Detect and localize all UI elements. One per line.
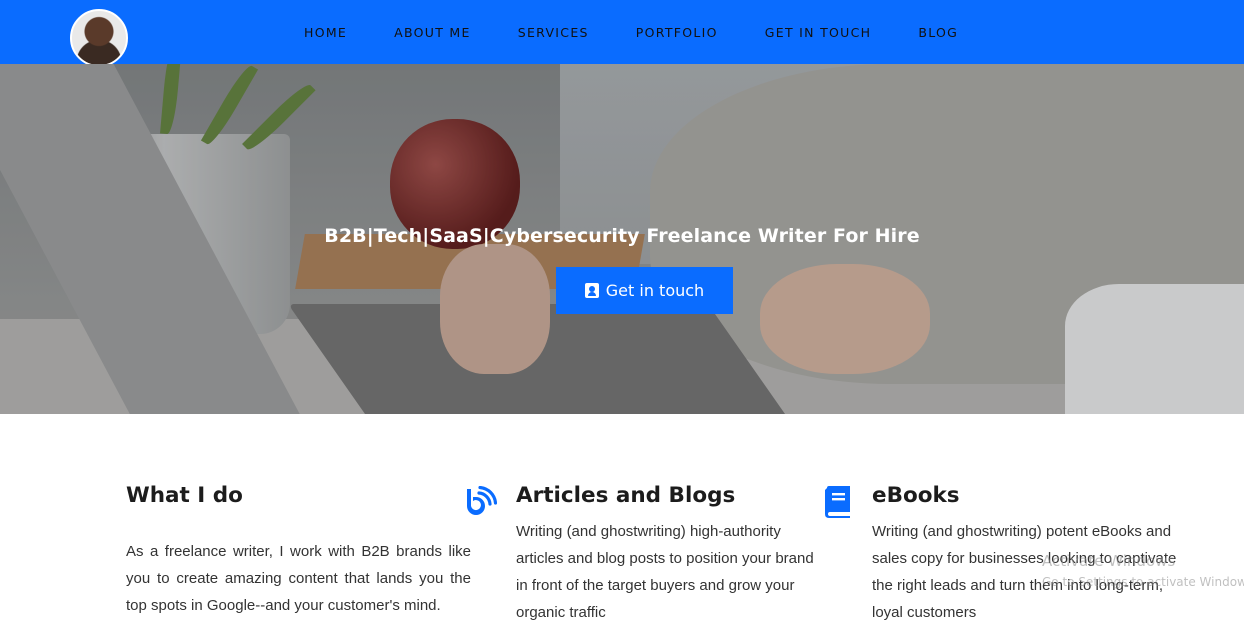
nav-item-blog[interactable]: BLOG	[918, 25, 958, 40]
nav-item-get-in-touch[interactable]: GET IN TOUCH	[765, 25, 872, 40]
ebooks-text: Writing (and ghostwriting) potent eBooks…	[872, 523, 1177, 621]
articles-blogs-section: Articles and Blogs Writing (and ghostwri…	[516, 483, 826, 626]
activate-windows-watermark: Activate Windows	[1042, 552, 1176, 570]
top-nav-bar: HOME ABOUT ME SERVICES PORTFOLIO GET IN …	[0, 0, 1244, 67]
articles-blogs-text: Writing (and ghostwriting) high-authorit…	[516, 523, 814, 621]
book-icon	[825, 486, 850, 518]
nav-menu: HOME ABOUT ME SERVICES PORTFOLIO GET IN …	[304, 0, 1005, 64]
ebooks-title: eBooks	[872, 483, 960, 508]
contact-book-icon	[584, 283, 599, 298]
what-i-do-section: What I do As a freelance writer, I work …	[126, 483, 471, 619]
get-in-touch-label: Get in touch	[605, 281, 705, 300]
get-in-touch-button[interactable]: Get in touch	[556, 267, 733, 314]
profile-avatar[interactable]	[70, 9, 128, 67]
nav-item-portfolio[interactable]: PORTFOLIO	[636, 25, 718, 40]
nav-item-home[interactable]: HOME	[304, 25, 347, 40]
articles-blogs-title: Articles and Blogs	[516, 483, 736, 508]
activate-windows-hint: Go to Settings to activate Windows.	[1042, 575, 1244, 589]
nav-item-about-me[interactable]: ABOUT ME	[394, 25, 471, 40]
what-i-do-title: What I do	[126, 483, 243, 508]
what-i-do-text: As a freelance writer, I work with B2B b…	[126, 543, 471, 614]
blog-feed-icon	[467, 486, 497, 515]
hero-title: B2B|Tech|SaaS|Cybersecurity Freelance Wr…	[324, 225, 920, 247]
hero-banner: B2B|Tech|SaaS|Cybersecurity Freelance Wr…	[0, 64, 1244, 414]
nav-item-services[interactable]: SERVICES	[518, 25, 589, 40]
